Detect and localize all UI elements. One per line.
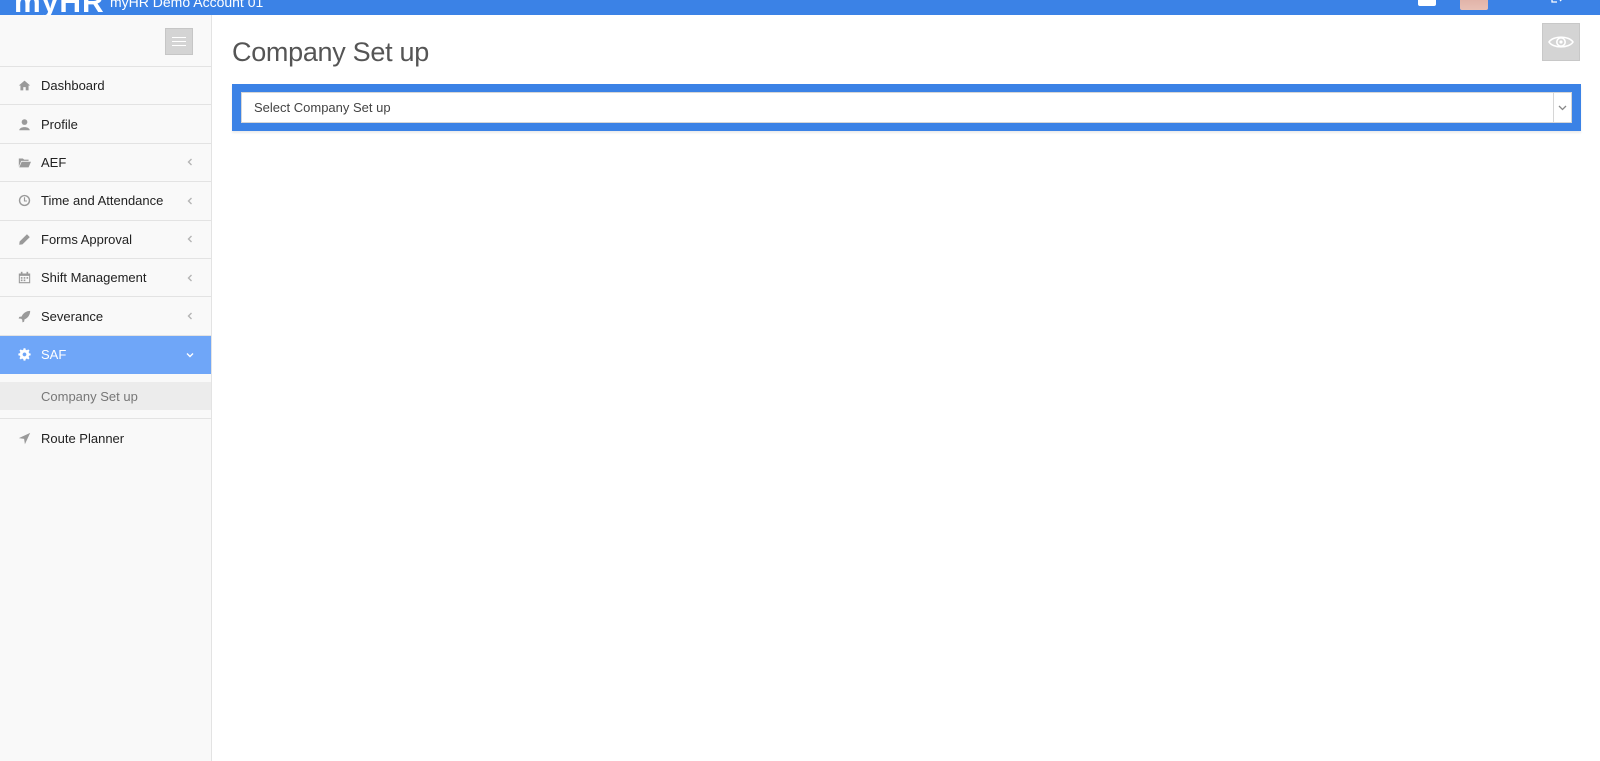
saf-submenu: Company Set up xyxy=(0,374,211,420)
chevron-down-icon xyxy=(185,350,195,360)
eye-button[interactable] xyxy=(1542,23,1580,61)
company-setup-select[interactable]: Select Company Set up xyxy=(241,92,1572,123)
user-icon xyxy=(16,116,32,132)
sidebar-item-label: Severance xyxy=(41,308,104,324)
pencil-icon xyxy=(16,231,32,247)
chevron-left-icon xyxy=(185,311,195,321)
top-navbar: myHR myHR Demo Account 01 xyxy=(0,0,1600,15)
sidebar-item-label: Profile xyxy=(41,116,78,132)
sidebar-item-forms-approval[interactable]: Forms Approval xyxy=(0,221,211,259)
sidebar-item-aef[interactable]: AEF xyxy=(0,144,211,183)
clock-icon xyxy=(16,193,32,209)
chevron-left-icon xyxy=(185,273,195,283)
page-title: Company Set up xyxy=(232,37,429,67)
account-name: myHR Demo Account 01 xyxy=(110,0,264,10)
sidebar-item-label: Forms Approval xyxy=(41,231,133,247)
sidebar-item-profile[interactable]: Profile xyxy=(0,105,211,144)
sidebar-item-saf[interactable]: SAF xyxy=(0,335,211,375)
chevron-left-icon xyxy=(185,157,195,167)
chevron-down-icon[interactable] xyxy=(1553,93,1571,122)
sidebar-item-label: Shift Management xyxy=(41,270,147,286)
sidebar-item-label: SAF xyxy=(41,347,67,363)
eye-icon xyxy=(1548,36,1574,48)
sidebar-item-label: Route Planner xyxy=(41,430,125,446)
sidebar-item-severance[interactable]: Severance xyxy=(0,297,211,336)
calendar-icon xyxy=(16,270,32,286)
main-content: Company Set up Select Company Set up xyxy=(212,15,1600,761)
sidebar-item-label: Time and Attendance xyxy=(41,193,164,209)
notification-icon[interactable] xyxy=(1418,0,1436,6)
sidebar: Dashboard Profile AEF Time and Attendanc… xyxy=(0,15,212,761)
home-icon xyxy=(16,78,32,94)
select-panel: Select Company Set up xyxy=(232,84,1581,131)
rocket-icon xyxy=(16,308,32,324)
sidebar-subitem-company-set-up[interactable]: Company Set up xyxy=(0,382,211,411)
hamburger-icon[interactable] xyxy=(165,28,193,55)
sidebar-item-dashboard[interactable]: Dashboard xyxy=(0,67,211,106)
user-avatar[interactable] xyxy=(1460,0,1488,10)
sidebar-item-time-and-attendance[interactable]: Time and Attendance xyxy=(0,182,211,221)
sidebar-item-route-planner[interactable]: Route Planner xyxy=(0,419,211,457)
select-value: Select Company Set up xyxy=(254,100,391,115)
sidebar-toggle-area xyxy=(0,15,211,67)
location-arrow-icon xyxy=(16,430,32,446)
chevron-left-icon xyxy=(185,234,195,244)
folder-open-icon xyxy=(16,154,32,170)
logout-icon[interactable] xyxy=(1550,0,1564,4)
sidebar-item-label: Dashboard xyxy=(41,78,105,94)
sidebar-item-shift-management[interactable]: Shift Management xyxy=(0,259,211,298)
brand-logo[interactable]: myHR xyxy=(14,0,105,15)
sidebar-item-label: AEF xyxy=(41,154,67,170)
chevron-left-icon xyxy=(185,196,195,206)
gear-icon xyxy=(16,347,32,363)
